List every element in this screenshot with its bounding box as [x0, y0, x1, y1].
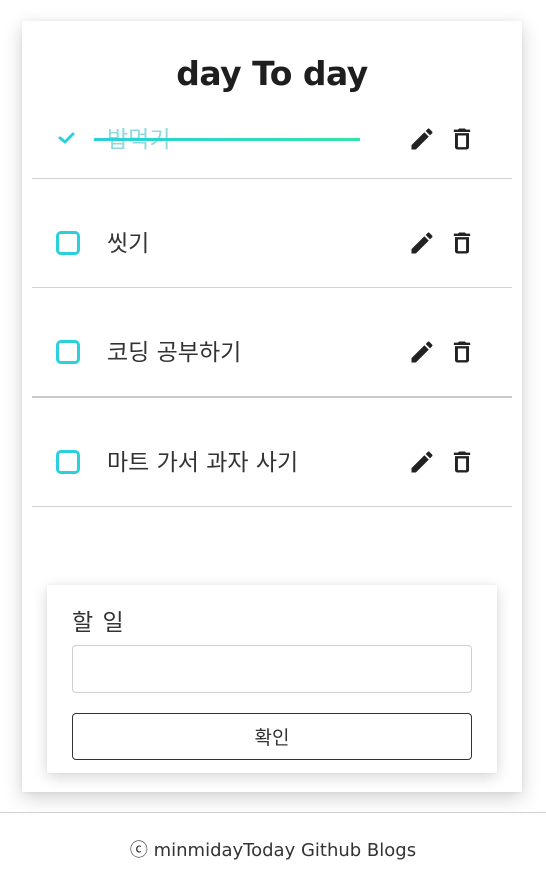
strike-line	[94, 138, 360, 141]
form-label: 할 일	[72, 610, 125, 636]
delete-button[interactable]	[448, 338, 476, 366]
pencil-icon	[411, 128, 433, 150]
edit-button[interactable]	[408, 125, 436, 153]
todo-item: 씻기	[32, 179, 512, 288]
delete-button[interactable]	[448, 448, 476, 476]
footer-divider	[0, 812, 546, 813]
todo-input[interactable]	[72, 645, 472, 693]
todo-text: 코딩 공부하기	[107, 340, 242, 366]
edit-button[interactable]	[408, 448, 436, 476]
app-title: day To day	[176, 54, 368, 93]
pencil-icon	[411, 341, 433, 363]
todo-item: 마트 가서 과자 사기	[32, 398, 512, 507]
checkbox[interactable]	[56, 340, 80, 364]
todo-card: day To day 밥먹기 씻기 코딩 공부하기 마트 가서 과자 사기 할 …	[22, 21, 522, 792]
todo-list: 밥먹기 씻기 코딩 공부하기 마트 가서 과자 사기	[32, 101, 512, 507]
edit-button[interactable]	[408, 338, 436, 366]
todo-text: 마트 가서 과자 사기	[107, 450, 299, 476]
pencil-icon	[411, 451, 433, 473]
trash-icon	[453, 128, 471, 150]
todo-item: 밥먹기	[32, 101, 512, 179]
check-icon	[58, 132, 75, 144]
todo-text: 씻기	[107, 231, 150, 257]
submit-button[interactable]: 확인	[72, 713, 472, 760]
checkbox[interactable]	[56, 231, 80, 255]
delete-button[interactable]	[448, 229, 476, 257]
add-todo-form: 할 일 확인	[47, 585, 497, 773]
pencil-icon	[411, 232, 433, 254]
footer-text: ⓒ minmidayToday Github Blogs	[129, 840, 417, 861]
checkbox[interactable]	[56, 450, 80, 474]
checkbox-checked[interactable]	[56, 127, 80, 151]
todo-item: 코딩 공부하기	[32, 288, 512, 398]
trash-icon	[453, 451, 471, 473]
edit-button[interactable]	[408, 229, 436, 257]
trash-icon	[453, 232, 471, 254]
delete-button[interactable]	[448, 125, 476, 153]
trash-icon	[453, 341, 471, 363]
